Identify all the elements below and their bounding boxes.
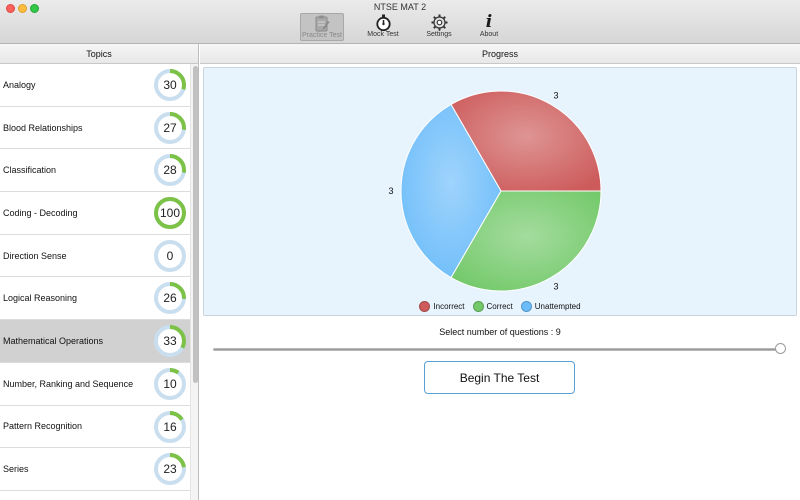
sidebar-scrollbar[interactable] — [190, 64, 198, 500]
progress-panel: Progress 3 3 3 Incorrect Correct Unattempted… — [200, 44, 800, 500]
score-ring: 26 — [153, 281, 187, 315]
toolbar-label: Practice Test — [302, 32, 342, 39]
progress-chart: 3 3 3 Incorrect Correct Unattempted — [203, 67, 797, 316]
topic-row[interactable]: Series 23 — [0, 448, 190, 491]
topic-score: 23 — [163, 462, 177, 477]
score-ring: 0 — [153, 239, 187, 273]
pie-data-label: 3 — [553, 91, 558, 101]
app-window: NTSE MAT 2 Practice Test Mock Test Setti… — [0, 0, 800, 500]
legend-swatch — [520, 301, 532, 312]
topic-row[interactable]: Logical Reasoning 26 — [0, 277, 190, 321]
topics-header: Topics — [0, 44, 198, 64]
toolbar-label: Settings — [426, 31, 452, 38]
begin-test-button[interactable]: Begin The Test — [424, 361, 575, 394]
legend-item: Unattempted — [520, 301, 581, 312]
topic-score: 10 — [163, 376, 177, 391]
topic-row[interactable]: Classification 28 — [0, 149, 190, 193]
toolbar-label: Mock Test — [367, 31, 399, 38]
window-title: NTSE MAT 2 — [373, 2, 427, 12]
score-ring: 33 — [153, 324, 187, 358]
topic-score: 0 — [166, 248, 174, 263]
score-ring: 23 — [153, 452, 187, 486]
legend-item: Incorrect — [419, 301, 465, 312]
chart-legend: Incorrect Correct Unattempted — [204, 301, 796, 312]
topic-score: 28 — [163, 163, 177, 178]
toolbar-settings[interactable]: Settings — [417, 13, 461, 41]
legend-item: Correct — [472, 301, 513, 312]
question-count-label: Select number of questions : 9 — [439, 327, 561, 337]
legend-swatch — [472, 301, 484, 312]
info-icon: i — [485, 12, 493, 32]
gear-icon — [417, 13, 461, 31]
toolbar-label: About — [479, 31, 499, 38]
title-bar: NTSE MAT 2 Practice Test Mock Test Setti… — [0, 0, 800, 44]
topic-score: 100 — [159, 206, 181, 221]
topic-list: Analogy 30 Blood Relationships 27 Classifica… — [0, 64, 190, 491]
toolbar-mock-test[interactable]: Mock Test — [361, 13, 405, 41]
toolbar-practice-test[interactable]: Practice Test — [300, 13, 344, 41]
topic-score: 27 — [163, 120, 177, 135]
toolbar-about[interactable]: i About — [467, 13, 511, 41]
pie-data-label: 3 — [553, 281, 558, 291]
topics-sidebar: Topics Analogy 30 Blood Relationships 27 Cla… — [0, 44, 199, 500]
score-ring: 10 — [153, 367, 187, 401]
stopwatch-icon — [361, 13, 405, 31]
topic-row[interactable]: Blood Relationships 27 — [0, 107, 190, 150]
topic-score: 26 — [163, 291, 177, 306]
legend-label: Correct — [486, 302, 513, 311]
legend-swatch — [419, 301, 431, 312]
topic-row[interactable]: Coding - Decoding 100 — [0, 192, 190, 235]
question-slider[interactable] — [213, 348, 780, 351]
slider-knob[interactable] — [775, 343, 786, 354]
score-ring: 100 — [153, 196, 187, 230]
topic-row[interactable]: Direction Sense 0 — [0, 235, 190, 278]
topic-row[interactable]: Pattern Recognition 16 — [0, 406, 190, 449]
clipboard-icon — [301, 14, 343, 32]
score-ring: 27 — [153, 111, 187, 145]
score-ring: 16 — [153, 410, 187, 444]
legend-label: Unattempted — [534, 302, 581, 311]
pie-chart: 3 3 3 — [388, 90, 602, 292]
legend-label: Incorrect — [433, 302, 465, 311]
score-ring: 30 — [153, 68, 187, 102]
topic-score: 33 — [163, 334, 177, 349]
topic-row[interactable]: Analogy 30 — [0, 64, 190, 107]
pie-data-label: 3 — [388, 186, 393, 196]
topic-row[interactable]: Mathematical Operations 33 — [0, 320, 190, 363]
topic-row[interactable]: Number, Ranking and Sequence 10 — [0, 363, 190, 406]
scrollbar-thumb[interactable] — [193, 66, 198, 383]
topic-score: 16 — [163, 419, 177, 434]
topic-score: 30 — [163, 78, 177, 92]
progress-header: Progress — [200, 44, 800, 64]
score-ring: 28 — [153, 153, 187, 187]
slider-fill — [214, 349, 779, 350]
